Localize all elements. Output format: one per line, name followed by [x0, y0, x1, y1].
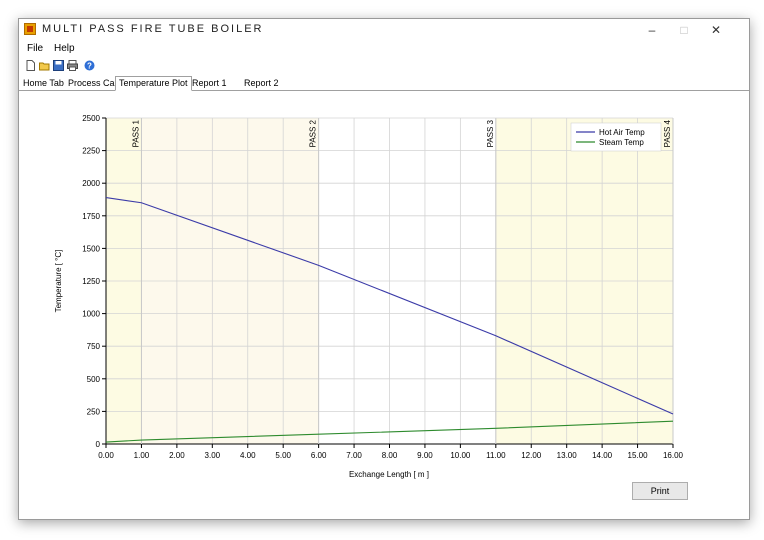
save-icon[interactable] [53, 60, 64, 71]
x-tick-label: 6.00 [311, 451, 327, 460]
pass-label-1: PASS 1 [131, 119, 140, 147]
y-tick-label: 1750 [82, 212, 100, 221]
close-button[interactable]: ✕ [702, 21, 730, 39]
app-window: MULTI PASS FIRE TUBE BOILER – □ ✕ File H… [18, 18, 750, 520]
y-axis-label: Temperature [ °C] [54, 250, 63, 313]
y-tick-label: 2000 [82, 179, 100, 188]
menu-bar: File Help [19, 41, 749, 57]
app-icon [24, 23, 36, 35]
pass-label-4: PASS 4 [663, 119, 672, 147]
pass-label-3: PASS 3 [486, 119, 495, 147]
x-tick-label: 12.00 [521, 451, 542, 460]
new-icon[interactable] [25, 60, 36, 71]
x-axis-label: Exchange Length [ m ] [349, 470, 429, 479]
tab-home[interactable]: Home Tab [20, 77, 67, 90]
x-tick-label: 9.00 [417, 451, 433, 460]
maximize-button[interactable]: □ [670, 21, 698, 39]
x-tick-label: 16.00 [663, 451, 684, 460]
temperature-chart: PASS 1 PASS 2 PASS 3 PASS 4 0.00 1.00 2.00 3.0… [54, 114, 684, 479]
legend-hot-air: Hot Air Temp [599, 128, 645, 137]
y-tick-label: 250 [87, 407, 101, 416]
x-tick-label: 2.00 [169, 451, 185, 460]
x-tick-label: 8.00 [382, 451, 398, 460]
temperature-plot-panel: PASS 1 PASS 2 PASS 3 PASS 4 0.00 1.00 2.00 3.0… [19, 91, 749, 519]
x-tick-label: 13.00 [557, 451, 578, 460]
tab-report-1[interactable]: Report 1 [189, 77, 230, 90]
y-tick-label: 1250 [82, 277, 100, 286]
x-tick-label: 3.00 [205, 451, 221, 460]
x-tick-label: 5.00 [275, 451, 291, 460]
x-tick-label: 10.00 [450, 451, 471, 460]
y-tick-label: 1000 [82, 310, 100, 319]
minimize-button[interactable]: – [638, 21, 666, 39]
tab-report-2[interactable]: Report 2 [241, 77, 282, 90]
window-title: MULTI PASS FIRE TUBE BOILER [42, 23, 264, 35]
chart-legend: Hot Air Temp Steam Temp [570, 122, 662, 152]
title-bar[interactable]: MULTI PASS FIRE TUBE BOILER – □ ✕ [19, 19, 749, 41]
x-tick-label: 7.00 [346, 451, 362, 460]
print-button[interactable]: Print [632, 482, 688, 500]
x-tick-label: 4.00 [240, 451, 256, 460]
tab-temperature-plot[interactable]: Temperature Plot [115, 76, 192, 91]
y-tick-label: 750 [87, 342, 101, 351]
x-tick-label: 0.00 [98, 451, 114, 460]
help-icon[interactable]: ? [84, 60, 95, 71]
y-tick-label: 2500 [82, 114, 100, 123]
y-tick-label: 1500 [82, 244, 100, 253]
x-tick-label: 14.00 [592, 451, 613, 460]
y-tick-label: 2250 [82, 147, 100, 156]
y-tick-label: 0 [96, 440, 101, 449]
menu-help[interactable]: Help [54, 43, 75, 54]
svg-text:?: ? [87, 62, 92, 71]
y-tick-label: 500 [87, 375, 101, 384]
pass-label-2: PASS 2 [309, 119, 318, 147]
tab-strip: Home Tab Process Calc Temperature Plot R… [19, 76, 749, 91]
toolbar: ? [19, 58, 749, 74]
print-icon[interactable] [67, 60, 78, 71]
open-icon[interactable] [39, 60, 50, 71]
x-tick-label: 11.00 [486, 451, 506, 460]
legend-steam: Steam Temp [599, 138, 644, 147]
menu-file[interactable]: File [27, 43, 43, 54]
x-tick-label: 1.00 [134, 451, 150, 460]
x-tick-label: 15.00 [628, 451, 649, 460]
